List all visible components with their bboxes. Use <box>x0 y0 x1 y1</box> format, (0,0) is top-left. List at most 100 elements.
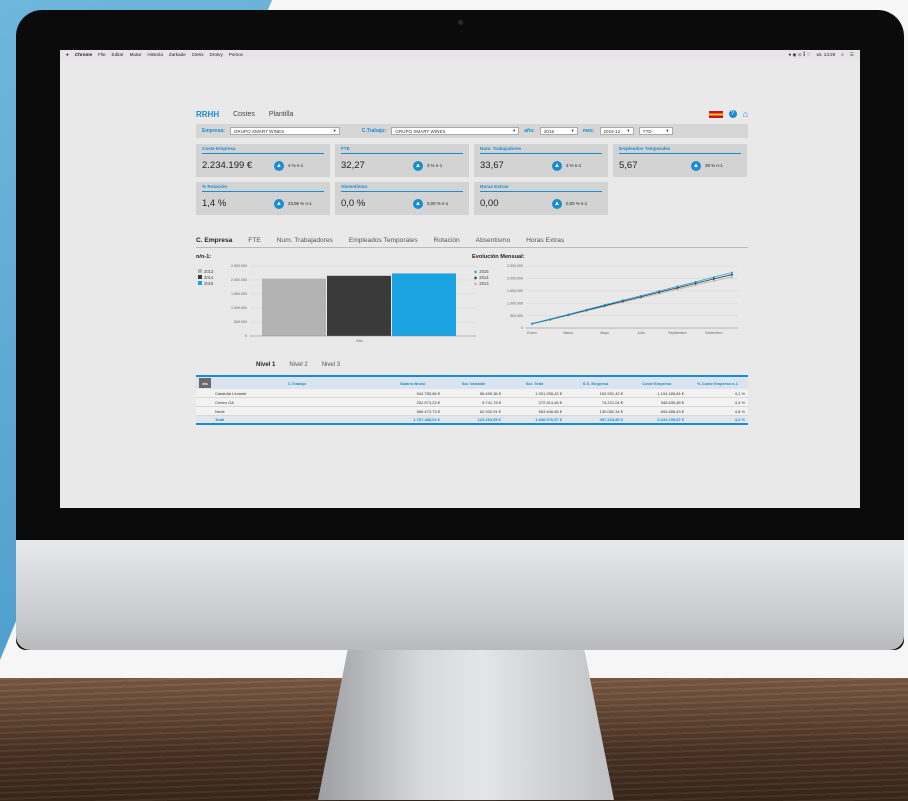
tab-absentismo[interactable]: Absentismo <box>476 237 510 244</box>
language-flag-icon[interactable] <box>708 110 723 118</box>
search-icon[interactable]: ⌕ <box>841 52 844 57</box>
point-2013 <box>694 284 697 287</box>
bar-2013 <box>262 278 326 336</box>
bar-chart: 2.500.000 2.000.000 1.500.000 1.000.000 500.… <box>231 264 476 343</box>
menubar-item[interactable]: Zarkade <box>169 52 186 57</box>
x-tick-label: Septiembre <box>668 331 686 335</box>
mes-select[interactable]: 2015-12 ▾ <box>599 127 634 135</box>
menubar-item[interactable]: Pomoc <box>229 52 243 57</box>
column-header[interactable]: S.S. Empresa <box>565 381 626 386</box>
table-row[interactable]: Cataluña Levante 944.755,86 € 56.499,36 … <box>196 389 748 398</box>
table-row[interactable]: Centro GA 252.573,23 € 9.741,76 € 272.31… <box>196 398 748 407</box>
point-2015 <box>731 271 733 274</box>
menubar-item[interactable]: Drotvy <box>210 52 223 57</box>
status-icons[interactable]: ● ◉ ⊙ ⁑ ♡ <box>788 52 810 58</box>
kpi-value: 33,67 <box>480 160 504 171</box>
point-2015 <box>549 318 552 321</box>
kpi-empty-slot <box>613 182 747 215</box>
chevron-down-icon: ▾ <box>512 128 516 133</box>
column-header[interactable]: Coste Empresa <box>626 381 687 386</box>
legend-marker: ◆ <box>474 274 478 280</box>
column-header[interactable]: Salario Bruto <box>382 381 443 386</box>
bar-2014 <box>327 275 391 336</box>
point-2015 <box>694 280 697 283</box>
table-row[interactable]: Norte 566.473,73 € 62.932,91 € 563.406,6… <box>196 407 748 416</box>
legend-entry[interactable]: 2015 <box>198 280 213 286</box>
camera-icon <box>458 20 463 25</box>
tab-nivel-3[interactable]: Nivel 3 <box>322 362 340 368</box>
tab-horas-extras[interactable]: Horas Extras <box>526 237 564 244</box>
kpi-fte[interactable]: FTE 32,27 ▲ 3 % n-1 <box>335 144 469 177</box>
y-tick-label: 2.500.000 <box>231 264 247 268</box>
menubar-item[interactable]: Ctess <box>192 52 204 57</box>
period-select[interactable]: YTD ▾ <box>638 127 673 135</box>
tab-nivel-2[interactable]: Nivel 2 <box>289 362 307 368</box>
bar-chart-legend: 2013 2014 2015 <box>198 268 213 286</box>
menubar-item[interactable]: Editar <box>112 52 124 57</box>
kpi-delta: 3 % n-1 <box>566 163 582 168</box>
chevron-down-icon: ▾ <box>571 128 574 133</box>
line-series-2013 <box>531 276 733 325</box>
excel-export-icon[interactable]: xls <box>199 378 211 388</box>
arrow-up-icon: ▲ <box>274 160 284 171</box>
column-header[interactable]: Sal. Total <box>504 381 565 386</box>
kpi-coste-empresa[interactable]: Coste Empresa 2.234.199 € ▲ 4 % n-1 <box>196 144 330 177</box>
tab-c-empresa[interactable]: C. Empresa <box>196 237 232 244</box>
home-icon[interactable]: ⌂ <box>743 109 748 119</box>
kpi-num-trabajadores[interactable]: Num. Trabajadores 33,67 ▲ 3 % n-1 <box>474 144 608 177</box>
kpi-title: Horas Extras <box>480 184 602 192</box>
kpi-title: Empleados Temporales <box>619 146 741 154</box>
kpi-title: % Rotación <box>202 184 324 192</box>
column-header[interactable]: Sal. Variable <box>443 381 504 386</box>
nav-costes[interactable]: Costes <box>233 111 255 118</box>
point-2015 <box>676 285 679 288</box>
point-2015 <box>712 276 715 279</box>
year-label: año: <box>524 128 535 134</box>
kpi-delta: 0,00 % n-1 <box>566 201 588 206</box>
menubar-app-name[interactable]: Chrome <box>75 52 92 57</box>
nav-plantilla[interactable]: Plantilla <box>269 111 294 118</box>
data-table: xls C.Trabajo Salario Bruto Sal. Variabl… <box>196 375 748 425</box>
kpi-absentismo[interactable]: Absentismo 0,0 % ▲ 0,00 % n-1 <box>335 182 469 215</box>
menubar-item[interactable]: File <box>98 52 105 57</box>
tab-fte[interactable]: FTE <box>248 237 260 244</box>
y-tick-label: 2.000.000 <box>231 278 247 282</box>
top-navigation: RRHH Costes Plantilla ? ⌂ <box>196 106 748 122</box>
column-header[interactable]: C.Trabajo <box>212 381 382 386</box>
y-tick-label: 500.000 <box>510 314 523 318</box>
kpi-value: 0,00 <box>480 198 499 209</box>
empresa-label: Empresa: <box>202 128 225 134</box>
monitor-chin <box>16 540 904 650</box>
kpi-title: Absentismo <box>341 184 463 192</box>
screen: ● Chrome File Editar Mutar Historia Zark… <box>60 50 860 508</box>
point-2013 <box>731 276 733 279</box>
kpi-empleados-temporales[interactable]: Empleados Temporales 5,67 ▲ 39 % n-1 <box>613 144 747 177</box>
y-tick-label: 1.000.000 <box>231 306 247 310</box>
tab-empleados-temporales[interactable]: Empleados Temporales <box>349 237 418 244</box>
legend-swatch <box>198 281 202 285</box>
help-icon[interactable]: ? <box>728 110 737 118</box>
point-2015 <box>658 290 661 293</box>
mes-label: mes: <box>582 128 595 134</box>
table-total-row[interactable]: Total 1.767.488,04 € 129.193,65 € 1.836.… <box>196 416 748 425</box>
list-icon[interactable]: ☰ <box>850 52 854 58</box>
tab-num-trabajadores[interactable]: Num. Trabajadores <box>277 237 333 244</box>
apple-icon[interactable]: ● <box>66 52 69 57</box>
ctrabajo-select[interactable]: GRUPO SMART WINES ▾ <box>391 127 520 135</box>
point-2015 <box>531 322 533 325</box>
kpi-rotacion[interactable]: % Rotación 1,4 % ▲ 23,96 % n-1 <box>196 182 330 215</box>
tab-rotacion[interactable]: Rotación <box>434 237 460 244</box>
line-chart: 2.500.000 2.000.000 1.500.000 1.000.000 500.… <box>507 264 738 335</box>
os-menubar: ● Chrome File Editar Mutar Historia Zark… <box>60 50 860 59</box>
empresa-select[interactable]: GRUPO SMART WINES ▾ <box>229 127 340 135</box>
y-tick-label: 2.000.000 <box>507 277 523 281</box>
tab-nivel-1[interactable]: Nivel 1 <box>256 362 275 368</box>
kpi-horas-extras[interactable]: Horas Extras 0,00 ▲ 0,00 % n-1 <box>474 182 608 215</box>
column-header[interactable]: % Coste Empresa n-1 <box>687 381 748 386</box>
menubar-item[interactable]: Historia <box>147 52 163 57</box>
menubar-item[interactable]: Mutar <box>130 52 142 57</box>
kpi-value: 1,4 % <box>202 198 227 209</box>
year-select[interactable]: 2015 ▾ <box>539 127 578 135</box>
brand-logo[interactable]: RRHH <box>196 110 219 119</box>
arrow-up-icon: ▲ <box>691 160 701 171</box>
